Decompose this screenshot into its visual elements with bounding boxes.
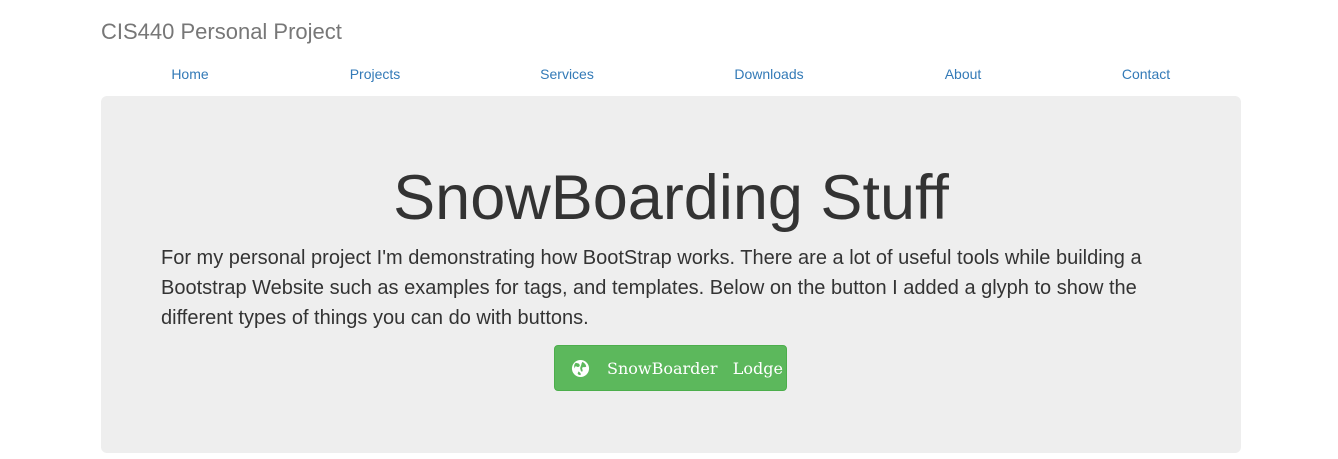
nav-item-about[interactable]: About [945, 66, 982, 82]
main-nav: Home Projects Services Downloads About C… [101, 66, 1241, 88]
site-brand[interactable]: CIS440 Personal Project [101, 19, 342, 45]
nav-item-services[interactable]: Services [540, 66, 594, 82]
globe-icon [571, 359, 590, 378]
nav-item-downloads[interactable]: Downloads [734, 66, 803, 82]
button-label: SnowBoarder Lodge [607, 358, 783, 378]
snowboarder-lodge-button[interactable]: SnowBoarder Lodge [554, 345, 787, 391]
jumbotron-description: For my personal project I'm demonstratin… [161, 247, 1142, 329]
nav-item-home[interactable]: Home [171, 66, 208, 82]
nav-item-projects[interactable]: Projects [350, 66, 401, 82]
jumbotron: SnowBoarding Stuff For my personal proje… [101, 96, 1241, 453]
nav-item-contact[interactable]: Contact [1122, 66, 1170, 82]
jumbotron-heading: SnowBoarding Stuff [393, 163, 949, 233]
